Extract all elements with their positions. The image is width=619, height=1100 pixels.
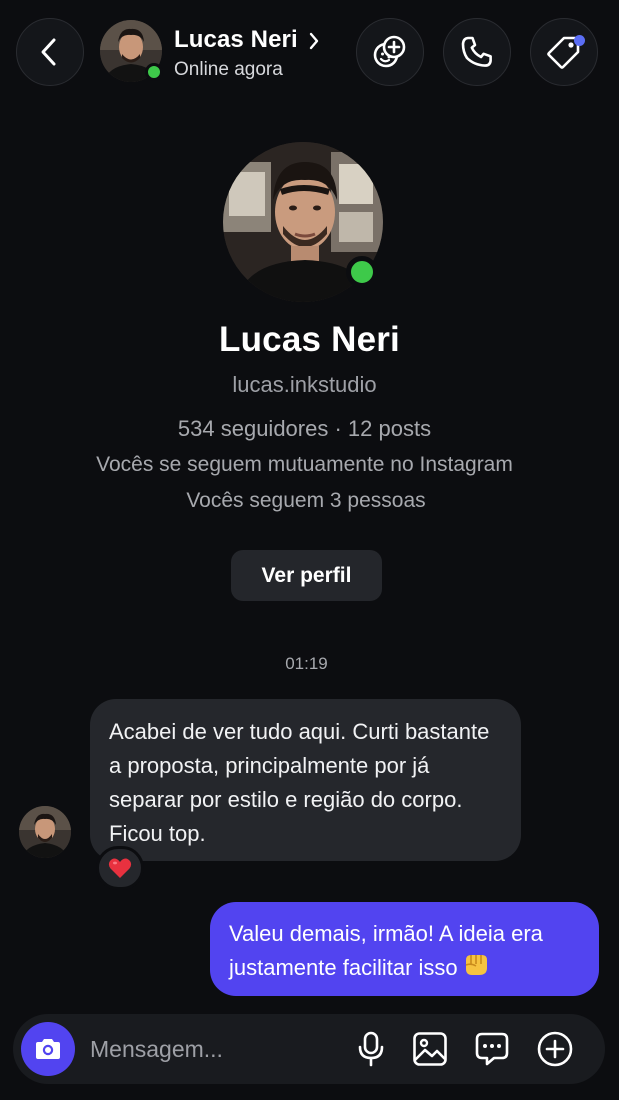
notification-dot — [574, 35, 585, 46]
online-indicator — [145, 63, 163, 81]
contact-name: Lucas Neri — [174, 26, 298, 53]
plus-circle-icon — [537, 1031, 573, 1067]
incoming-message[interactable]: Acabei de ver tudo aqui. Curti bastante … — [90, 699, 521, 861]
back-arrow-icon — [41, 38, 56, 66]
chevron-right-icon — [309, 32, 318, 50]
effects-button[interactable] — [356, 18, 424, 86]
gallery-icon — [413, 1032, 447, 1066]
heart-icon — [108, 858, 132, 878]
message-reaction[interactable] — [96, 846, 144, 890]
message-composer — [13, 1014, 605, 1084]
call-button[interactable] — [443, 18, 511, 86]
camera-button[interactable] — [21, 1022, 75, 1076]
sticker-button[interactable] — [473, 1030, 511, 1068]
outgoing-message-text: Valeu demais, irmão! A ideia era justame… — [229, 921, 543, 980]
sender-avatar[interactable] — [19, 806, 71, 858]
incoming-message-text: Acabei de ver tudo aqui. Curti bastante … — [109, 719, 490, 846]
camera-icon — [36, 1039, 60, 1059]
view-profile-button[interactable]: Ver perfil — [231, 550, 382, 601]
header-title-row[interactable]: Lucas Neri — [174, 26, 320, 54]
back-button[interactable] — [16, 18, 84, 86]
microphone-icon — [358, 1031, 384, 1067]
more-options-button[interactable] — [536, 1030, 574, 1068]
profile-stats: 534 seguidores · 12 posts — [177, 416, 432, 441]
effects-icon — [373, 35, 406, 68]
phone-icon — [461, 36, 492, 67]
profile-online-indicator — [346, 256, 378, 288]
profile-username: lucas.inkstudio — [232, 372, 377, 397]
outgoing-message[interactable]: Valeu demais, irmão! A ideia era justame… — [210, 902, 599, 996]
tag-button[interactable] — [530, 18, 598, 86]
mutual-follow-text: Vocês se seguem mutuamente no Instagram — [96, 453, 513, 476]
contact-status: Online agora — [174, 59, 283, 80]
mutual-following-text: Vocês seguem 3 pessoas — [186, 489, 426, 512]
profile-name: Lucas Neri — [219, 320, 400, 359]
sticker-icon — [475, 1032, 509, 1066]
message-timestamp: 01:19 — [285, 654, 328, 673]
chat-header: Lucas Neri Online agora — [0, 0, 619, 105]
gallery-button[interactable] — [411, 1030, 449, 1068]
microphone-button[interactable] — [352, 1030, 390, 1068]
fist-icon — [465, 955, 487, 975]
message-input[interactable] — [90, 1032, 330, 1066]
